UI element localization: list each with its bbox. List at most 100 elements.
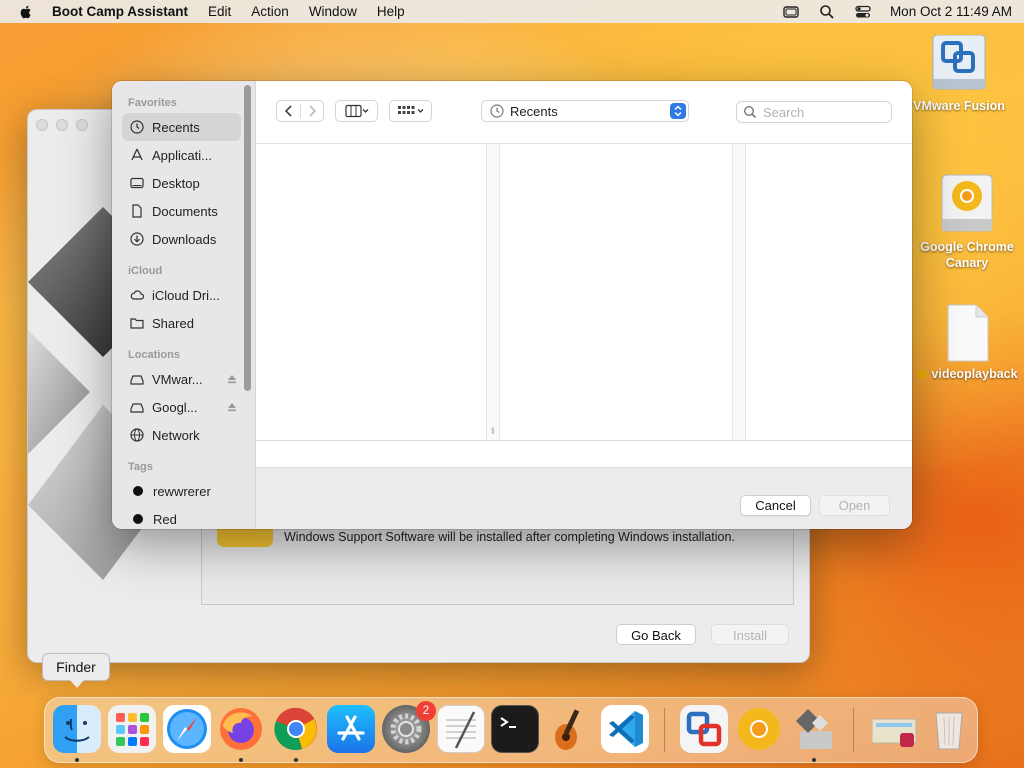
terminal-icon[interactable] bbox=[491, 705, 539, 753]
stage-manager-icon[interactable] bbox=[782, 4, 800, 20]
vmware-fusion-volume-icon bbox=[931, 34, 987, 95]
sidebar-scrollbar[interactable] bbox=[244, 85, 251, 391]
go-back-button[interactable]: Go Back bbox=[616, 624, 696, 645]
sidebar-item-recents[interactable]: Recents bbox=[122, 113, 241, 141]
sidebar-item-label: Applicati... bbox=[152, 147, 212, 163]
document-icon bbox=[132, 204, 142, 218]
column-resize-handle[interactable]: ‖ bbox=[486, 144, 500, 440]
minimize-window-button[interactable] bbox=[56, 119, 68, 131]
vmware-fusion-icon[interactable] bbox=[680, 705, 728, 753]
search-field[interactable] bbox=[736, 101, 892, 123]
close-window-button[interactable] bbox=[36, 119, 48, 131]
panel-sidebar: Favorites Recents Applicati... Desktop D… bbox=[112, 81, 256, 529]
boot-camp-assistant-icon[interactable] bbox=[790, 705, 838, 753]
location-select[interactable]: Recents bbox=[481, 100, 689, 122]
tag-dot-black bbox=[133, 514, 143, 524]
browser-column-2[interactable] bbox=[500, 144, 732, 440]
column-resize-handle[interactable] bbox=[732, 144, 746, 440]
app-store-icon[interactable] bbox=[327, 705, 375, 753]
sidebar-item-label: Red bbox=[153, 511, 177, 527]
panel-footer: Cancel Open bbox=[256, 468, 912, 529]
garageband-icon[interactable] bbox=[546, 705, 594, 753]
apple-menu-icon[interactable] bbox=[18, 4, 34, 20]
clock-icon bbox=[490, 104, 504, 118]
chevron-right-icon[interactable] bbox=[301, 104, 323, 118]
select-arrows-icon bbox=[670, 103, 686, 119]
sidebar-item-label: VMwar... bbox=[152, 371, 203, 387]
applications-icon bbox=[131, 148, 143, 161]
finder-icon[interactable] bbox=[53, 705, 101, 753]
chrome-icon[interactable] bbox=[272, 705, 320, 753]
textedit-icon[interactable] bbox=[437, 705, 485, 753]
dock-tooltip: Finder bbox=[42, 653, 110, 688]
eject-icon[interactable] bbox=[227, 374, 237, 384]
zoom-window-button[interactable] bbox=[76, 119, 88, 131]
launchpad-icon[interactable] bbox=[108, 705, 156, 753]
sidebar-item-google[interactable]: Googl... bbox=[122, 393, 241, 421]
document-icon bbox=[945, 303, 991, 363]
safari-icon[interactable] bbox=[163, 705, 211, 753]
desktop-icon-label: videoplayback bbox=[931, 367, 1018, 381]
browser-column-3[interactable] bbox=[746, 144, 912, 440]
eject-icon[interactable] bbox=[227, 402, 237, 412]
menu-window[interactable]: Window bbox=[309, 4, 357, 19]
sidebar-item-desktop[interactable]: Desktop bbox=[122, 169, 241, 197]
sidebar-item-label: Recents bbox=[152, 119, 200, 135]
running-indicator-dot bbox=[294, 758, 298, 762]
menu-app-name[interactable]: Boot Camp Assistant bbox=[52, 4, 188, 19]
system-settings-icon[interactable]: 2 bbox=[382, 701, 436, 753]
location-select-value: Recents bbox=[510, 103, 558, 119]
running-indicator-dot bbox=[812, 758, 816, 762]
group-by-button[interactable] bbox=[389, 100, 432, 122]
clock-icon bbox=[130, 120, 144, 134]
cloud-icon bbox=[130, 290, 144, 300]
sidebar-item-tag-rewwrerer[interactable]: rewwrerer bbox=[122, 477, 241, 505]
browser-column-1[interactable] bbox=[256, 144, 486, 440]
firefox-icon[interactable] bbox=[217, 705, 265, 753]
search-input[interactable] bbox=[763, 104, 883, 120]
install-button[interactable]: Install bbox=[711, 624, 789, 645]
menu-edit[interactable]: Edit bbox=[208, 4, 231, 19]
menu-clock[interactable]: Mon Oct 2 11:49 AM bbox=[890, 4, 1012, 19]
chevron-left-icon[interactable] bbox=[278, 104, 300, 118]
sidebar-item-network[interactable]: Network bbox=[122, 421, 241, 449]
sidebar-item-downloads[interactable]: Downloads bbox=[122, 225, 241, 253]
sidebar-item-icloud-drive[interactable]: iCloud Dri... bbox=[122, 281, 241, 309]
desktop-icon-label: VMware Fusion bbox=[913, 99, 1005, 113]
windows-support-info-box: Windows Support Software will be install… bbox=[201, 528, 794, 605]
path-bar bbox=[256, 440, 912, 468]
spotlight-search-icon[interactable] bbox=[818, 4, 836, 20]
menu-help[interactable]: Help bbox=[377, 4, 405, 19]
sidebar-item-tag-red[interactable]: Red bbox=[122, 505, 241, 529]
desktop-icon-chrome-canary[interactable]: Google Chrome Canary bbox=[912, 173, 1022, 271]
sidebar-item-label: Documents bbox=[152, 203, 218, 219]
downloads-stack-icon[interactable] bbox=[870, 705, 918, 753]
trash-icon[interactable] bbox=[925, 705, 973, 753]
warning-icon bbox=[217, 529, 273, 547]
dock-separator bbox=[853, 708, 854, 752]
view-mode-button[interactable] bbox=[335, 100, 378, 122]
control-center-icon[interactable] bbox=[854, 4, 872, 20]
desktop-icon-videoplayback[interactable]: videoplayback bbox=[912, 303, 1024, 381]
chrome-canary-icon[interactable] bbox=[735, 705, 783, 753]
resize-grip-icon: ‖ bbox=[491, 426, 495, 436]
tag-dot-black bbox=[133, 486, 143, 496]
desktop-icon-vmware-fusion[interactable]: VMware Fusion bbox=[904, 34, 1014, 113]
sidebar-item-shared[interactable]: Shared bbox=[122, 309, 241, 337]
tag-dot-yellow bbox=[918, 369, 928, 379]
sidebar-section-tags: Tags bbox=[128, 461, 153, 473]
vscode-icon[interactable] bbox=[601, 705, 649, 753]
sidebar-item-label: Desktop bbox=[152, 175, 200, 191]
desktop-icon bbox=[130, 177, 144, 189]
sidebar-section-icloud: iCloud bbox=[128, 265, 163, 277]
cancel-button[interactable]: Cancel bbox=[740, 495, 811, 516]
sidebar-item-documents[interactable]: Documents bbox=[122, 197, 241, 225]
sidebar-item-vmware[interactable]: VMwar... bbox=[122, 365, 241, 393]
sidebar-section-favorites: Favorites bbox=[128, 97, 177, 109]
grid-group-icon bbox=[397, 106, 423, 114]
sidebar-item-label: Shared bbox=[152, 315, 194, 331]
sidebar-item-applications[interactable]: Applicati... bbox=[122, 141, 241, 169]
dock: 2 bbox=[44, 697, 978, 763]
menu-action[interactable]: Action bbox=[251, 4, 289, 19]
open-button[interactable]: Open bbox=[819, 495, 890, 516]
